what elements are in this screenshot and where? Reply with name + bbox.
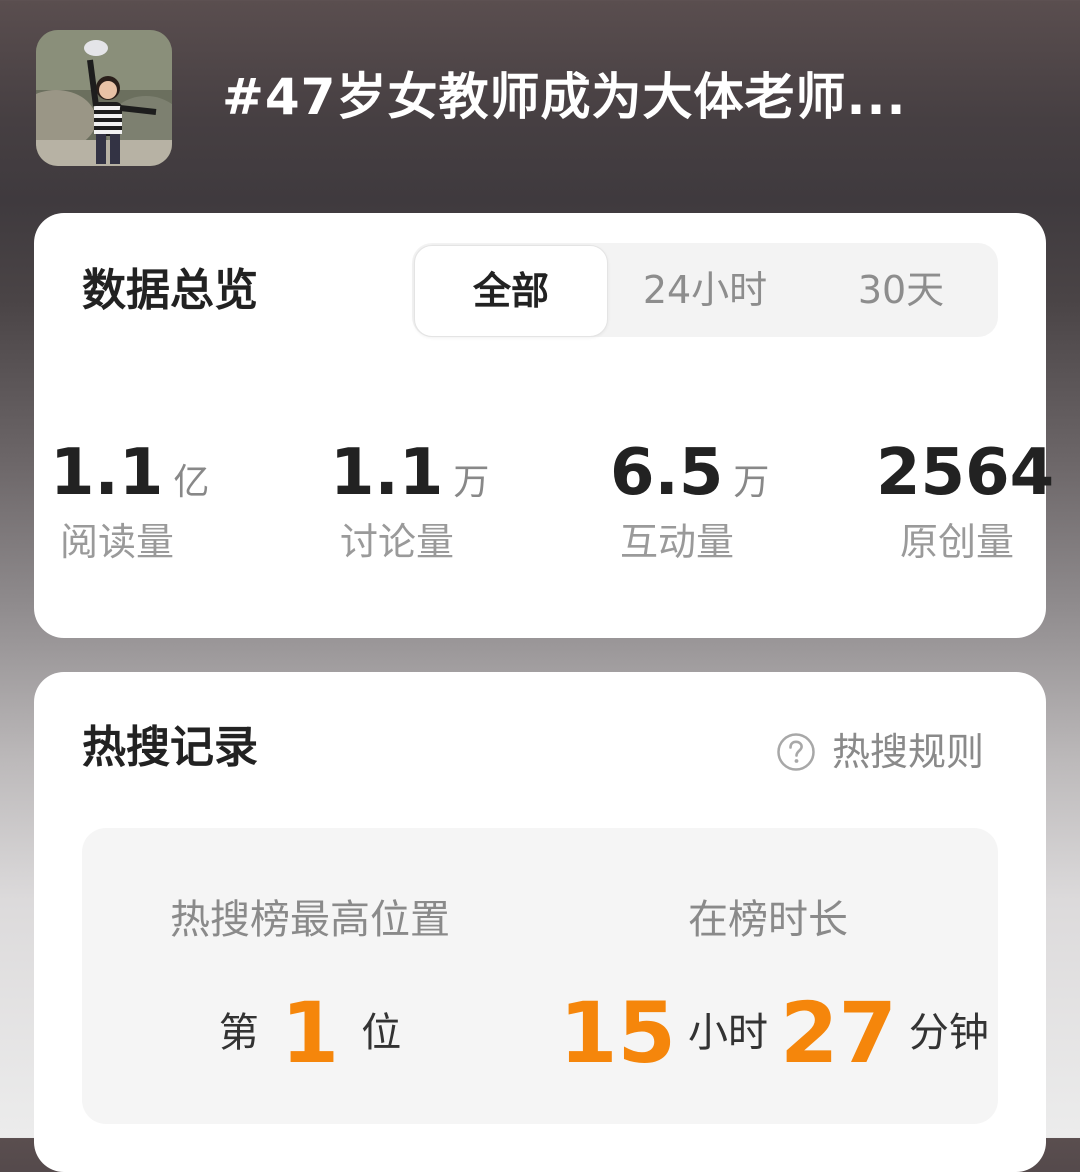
stat-interactions: 6.5 万 互动量	[610, 435, 850, 569]
stat-reads-value: 1.1	[50, 436, 164, 510]
time-on-list-value-row: 15 小时 27 分钟	[538, 988, 998, 1078]
peak-position-value: 1	[280, 984, 340, 1082]
tab-30d[interactable]: 30天	[804, 243, 998, 337]
stat-reads-label: 阅读量	[60, 520, 175, 564]
stat-interactions-value: 6.5	[610, 436, 724, 510]
topic-avatar	[36, 30, 172, 166]
stat-interactions-label: 互动量	[620, 520, 735, 564]
hot-search-rules-label: 热搜规则	[832, 730, 985, 774]
peak-position-suffix: 位	[361, 1010, 402, 1056]
stat-interactions-value-row: 6.5 万	[610, 435, 850, 511]
stat-originals-label: 原创量	[900, 520, 1015, 564]
time-on-list-hours: 15	[559, 984, 676, 1082]
time-range-tabs: 全部 24小时 30天	[412, 243, 998, 337]
hot-search-title: 热搜记录	[82, 722, 258, 773]
time-on-list-hours-unit: 小时	[688, 1010, 768, 1056]
time-on-list-minutes: 27	[780, 984, 897, 1082]
peak-position-prefix: 第	[218, 1010, 259, 1056]
stat-interactions-unit: 万	[733, 462, 770, 503]
stat-discussions-label: 讨论量	[340, 520, 455, 564]
overview-title: 数据总览	[82, 265, 258, 316]
help-circle-icon	[777, 733, 815, 771]
stat-reads-value-row: 1.1 亿	[50, 435, 290, 511]
hot-search-record-box: 热搜榜最高位置 第1位 在榜时长 15 小时 27 分钟	[82, 828, 998, 1124]
time-on-list-minutes-unit: 分钟	[908, 1010, 989, 1056]
stat-discussions-unit: 万	[453, 462, 490, 503]
stat-originals: 2564 原创量	[876, 435, 1054, 569]
stat-reads-unit: 亿	[173, 462, 210, 503]
peak-position-value-row: 第1位	[82, 988, 538, 1078]
stat-originals-value-row: 2564	[876, 435, 1054, 511]
hot-search-record-card: 热搜记录 热搜规则 热搜榜最高位置 第1位 在榜时长 15 小时 27 分钟	[34, 672, 1046, 1172]
stat-reads: 1.1 亿 阅读量	[50, 435, 290, 569]
topic-header: #47岁女教师成为大体老师...	[0, 0, 1080, 200]
stat-discussions-value: 1.1	[330, 436, 444, 510]
stat-originals-value: 2564	[876, 436, 1055, 510]
time-on-list-label: 在榜时长	[688, 897, 848, 943]
stat-discussions-value-row: 1.1 万	[330, 435, 570, 511]
data-overview-card: 数据总览 全部 24小时 30天 1.1 亿 阅读量 1.1 万 讨论量 6.5 万 …	[34, 213, 1054, 638]
tab-24h[interactable]: 24小时	[608, 243, 802, 337]
time-on-list: 在榜时长 15 小时 27 分钟	[538, 828, 998, 1124]
stat-discussions: 1.1 万 讨论量	[330, 435, 570, 569]
avatar-photo	[36, 30, 172, 166]
topic-title: #47岁女教师成为大体老师...	[222, 68, 907, 126]
peak-position: 热搜榜最高位置 第1位	[82, 828, 538, 1124]
peak-position-label: 热搜榜最高位置	[170, 897, 450, 943]
hot-search-rules-link[interactable]: 热搜规则	[776, 726, 984, 778]
tab-all[interactable]: 全部	[414, 245, 608, 337]
